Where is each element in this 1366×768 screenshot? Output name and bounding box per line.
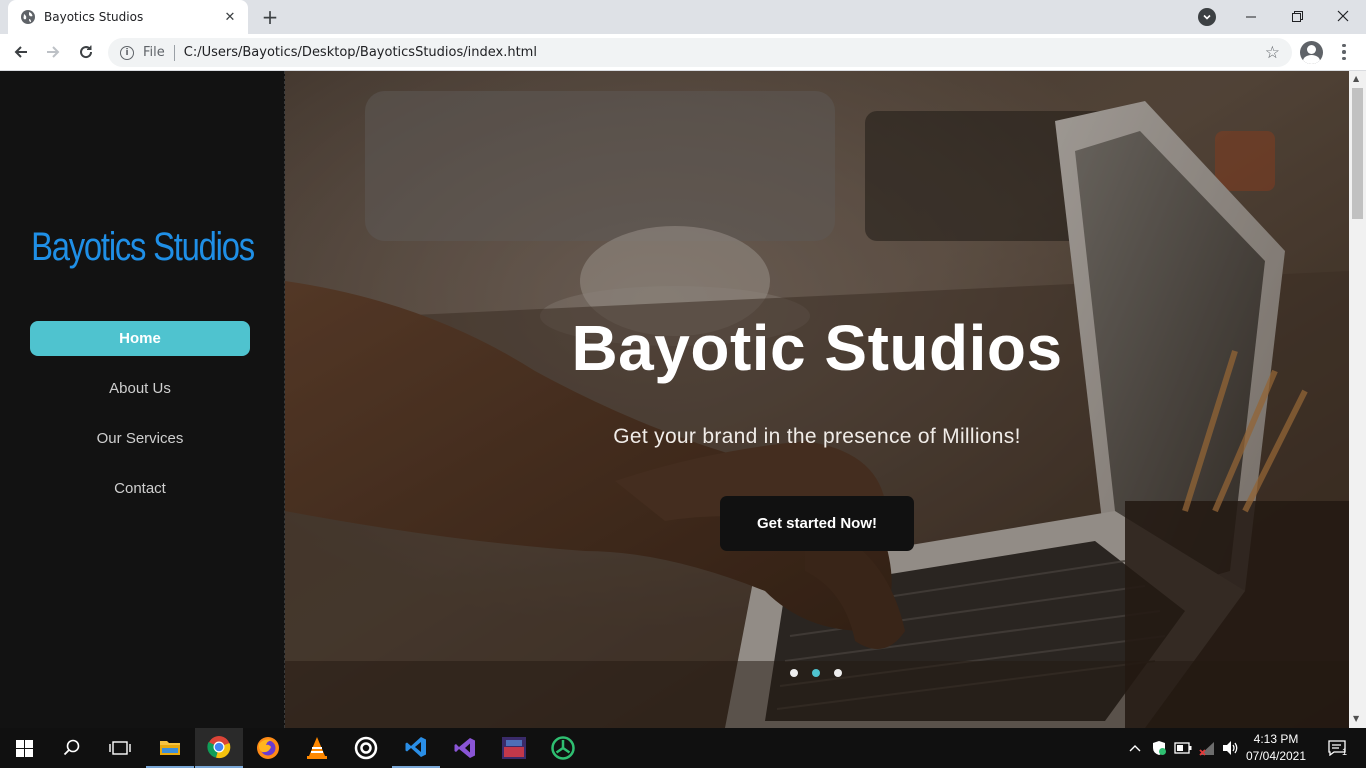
windows-start-icon[interactable] [0,728,48,768]
arrow-right-icon [47,46,60,58]
visual-studio-icon[interactable] [441,728,489,768]
info-icon[interactable]: i [120,45,134,60]
carousel-indicators [790,669,842,677]
battery-icon[interactable] [1173,728,1193,768]
reload-icon [80,45,93,59]
clock-time: 4:13 PM [1253,732,1299,746]
new-tab-button[interactable]: + [258,5,282,29]
media-app-icon[interactable] [342,728,390,768]
notification-center-icon[interactable]: 1 [1320,728,1354,768]
scheme-label: File [143,45,165,60]
get-started-button[interactable]: Get started Now! [720,496,914,551]
globe-icon [20,9,36,25]
nav-item-home[interactable]: Home [30,321,250,356]
chrome-icon[interactable] [195,728,243,768]
notification-count: 1 [1342,747,1348,757]
tab-title: Bayotics Studios [44,10,144,24]
tab-search-button[interactable] [1198,8,1216,26]
hero-title: Bayotic Studios [571,312,1063,384]
hero-section: Bayotic Studios Get your brand in the pr… [285,71,1349,728]
browser-tab-strip: Bayotics Studios ✕ + [0,0,1366,34]
firefox-icon[interactable] [244,728,292,768]
profile-avatar-icon[interactable] [1300,41,1323,64]
address-bar[interactable]: i File C:/Users/Bayotics/Desktop/Bayotic… [108,38,1292,67]
nav-item-contact[interactable]: Contact [30,471,250,506]
minimize-button[interactable] [1228,0,1274,32]
chevron-down-icon [1203,14,1211,20]
close-window-button[interactable] [1320,0,1366,32]
scroll-down-arrow-icon[interactable]: ▼ [1353,714,1359,723]
hero-overlay [285,71,1349,728]
restore-button[interactable] [1274,0,1320,32]
browser-tab[interactable]: Bayotics Studios ✕ [8,0,248,34]
page-viewport: Bayotics Studios Home About Us Our Servi… [0,71,1366,728]
taskbar-clock[interactable]: 4:13 PM 07/04/2021 [1244,731,1308,765]
windows-taskbar: 4:13 PM 07/04/2021 1 [0,728,1366,768]
file-explorer-icon[interactable] [146,728,194,768]
carousel-dot-active[interactable] [812,669,820,677]
scrollbar-thumb[interactable] [1352,88,1363,219]
network-icon[interactable] [1197,728,1217,768]
reload-button[interactable] [73,40,99,64]
close-tab-icon[interactable]: ✕ [222,9,238,25]
bookmark-star-icon[interactable]: ☆ [1265,43,1280,63]
vlc-icon[interactable] [293,728,341,768]
page-scrollbar[interactable]: ▲ ▼ [1349,71,1366,728]
clock-date: 07/04/2021 [1245,749,1307,763]
green-app-icon[interactable] [539,728,587,768]
sidebar-nav: Home About Us Our Services Contact [30,321,250,521]
arrow-left-icon [14,46,27,58]
sidebar: Bayotics Studios Home About Us Our Servi… [0,71,285,728]
task-view-icon[interactable] [96,728,144,768]
nav-item-our-services[interactable]: Our Services [30,421,250,456]
window-controls [1228,0,1366,32]
game-app-icon[interactable] [490,728,538,768]
carousel-dot[interactable] [790,669,798,677]
url-text[interactable]: C:/Users/Bayotics/Desktop/BayoticsStudio… [184,45,537,60]
volume-icon[interactable] [1221,728,1241,768]
browser-toolbar: i File C:/Users/Bayotics/Desktop/Bayotic… [0,34,1366,71]
nav-item-about-us[interactable]: About Us [30,371,250,406]
menu-dots-icon[interactable] [1336,41,1352,63]
divider [173,44,175,61]
chevron-up-icon[interactable] [1125,728,1145,768]
scroll-up-arrow-icon[interactable]: ▲ [1353,74,1359,83]
carousel-dot[interactable] [834,669,842,677]
search-icon[interactable] [48,728,96,768]
security-shield-icon[interactable] [1149,728,1169,768]
site-logo[interactable]: Bayotics Studios [26,225,260,270]
forward-button[interactable] [40,40,66,64]
hero-subtitle: Get your brand in the presence of Millio… [613,425,1021,448]
back-button[interactable] [8,40,34,64]
vscode-icon[interactable] [392,728,440,768]
